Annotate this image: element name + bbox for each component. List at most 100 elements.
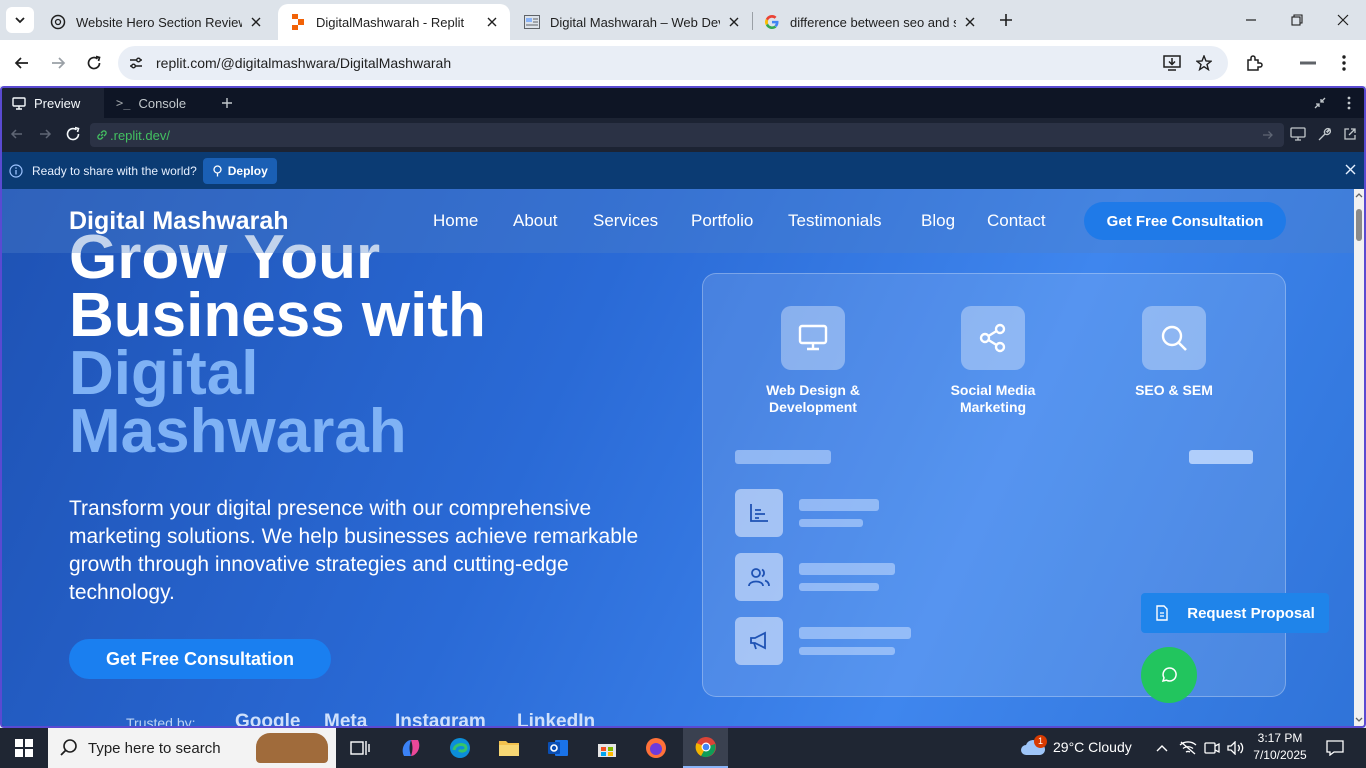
deploy-button[interactable]: Deploy xyxy=(202,157,277,184)
store-app[interactable] xyxy=(592,734,622,762)
browser-tab[interactable]: difference between seo and sem xyxy=(752,4,988,40)
camera-indicator[interactable] xyxy=(1200,734,1224,762)
browser-toolbar: replit.com/@digitalmashwara/DigitalMashw… xyxy=(0,40,1366,86)
external-link-icon xyxy=(1344,128,1356,140)
nav-consultation-button[interactable]: Get Free Consultation xyxy=(1084,202,1286,240)
extensions-button[interactable] xyxy=(1240,49,1268,77)
browser-tab[interactable]: Website Hero Section Review xyxy=(38,4,274,40)
preview-forward-button[interactable] xyxy=(38,127,52,146)
arrow-right-icon xyxy=(52,57,66,69)
scroll-up-icon[interactable] xyxy=(1354,191,1364,199)
request-proposal-button[interactable]: Request Proposal xyxy=(1141,593,1329,633)
placeholder-bar xyxy=(799,647,895,655)
close-tab-icon[interactable] xyxy=(726,14,742,30)
back-button[interactable] xyxy=(8,49,36,77)
collapse-icon xyxy=(1314,97,1326,109)
site-settings-icon[interactable] xyxy=(128,55,144,71)
site-logo[interactable]: Digital Mashwarah xyxy=(69,207,289,236)
outlook-app[interactable] xyxy=(543,734,573,762)
scrollbar-thumb[interactable] xyxy=(1356,209,1362,241)
close-banner-button[interactable] xyxy=(1345,164,1356,178)
nav-blog[interactable]: Blog xyxy=(921,211,955,231)
firefox-app[interactable] xyxy=(641,734,671,762)
tray-overflow-button[interactable] xyxy=(1150,734,1174,762)
kebab-menu-icon xyxy=(1347,96,1351,110)
puzzle-icon xyxy=(1247,55,1263,71)
placeholder-bar xyxy=(799,563,895,575)
camera-icon xyxy=(1204,742,1220,754)
taskbar-search[interactable]: Type here to search xyxy=(48,728,336,768)
nav-contact[interactable]: Contact xyxy=(987,211,1046,231)
close-tab-icon[interactable] xyxy=(484,14,500,30)
address-bar[interactable]: replit.com/@digitalmashwara/DigitalMashw… xyxy=(118,46,1228,80)
network-status[interactable] xyxy=(1176,734,1200,762)
service-seo-sem[interactable]: SEO & SEM xyxy=(1099,306,1249,399)
preview-reload-button[interactable] xyxy=(65,126,81,147)
nav-home[interactable]: Home xyxy=(433,211,478,231)
profile-button[interactable] xyxy=(1294,49,1322,77)
close-window-button[interactable] xyxy=(1320,0,1366,40)
deploy-message: Ready to share with the world? xyxy=(32,163,197,178)
forward-button[interactable] xyxy=(44,49,72,77)
service-social-media[interactable]: Social Media Marketing xyxy=(918,306,1068,416)
preview-url-input[interactable]: .replit.dev/ xyxy=(90,123,1284,147)
close-tab-icon[interactable] xyxy=(248,14,264,30)
close-tab-icon[interactable] xyxy=(962,14,978,30)
browser-tab[interactable]: Digital Mashwarah – Web Devel xyxy=(512,4,752,40)
start-button[interactable] xyxy=(9,734,39,762)
chatgpt-icon xyxy=(50,14,66,30)
tab-search-button[interactable] xyxy=(6,7,34,33)
bookmark-button[interactable] xyxy=(1190,49,1218,77)
tab-console[interactable]: >_ Console xyxy=(106,88,210,118)
service-label: Social Media Marketing xyxy=(950,382,1036,415)
services-card: Web Design & Development Social Media Ma… xyxy=(702,273,1286,697)
placeholder-bar xyxy=(799,519,863,527)
placeholder-bar xyxy=(735,450,831,464)
windows-taskbar: Type here to search 1 29°C Cloudy 3:17 P… xyxy=(0,728,1366,768)
arrow-left-icon xyxy=(14,57,28,69)
volume-control[interactable] xyxy=(1224,734,1248,762)
collapse-pane-button[interactable] xyxy=(1306,88,1334,118)
notifications-button[interactable] xyxy=(1320,734,1350,762)
nav-services[interactable]: Services xyxy=(593,211,658,231)
placeholder-bar xyxy=(799,583,879,591)
nav-testimonials[interactable]: Testimonials xyxy=(788,211,882,231)
hero-heading-highlight: Mashwarah xyxy=(69,397,407,466)
task-view-button[interactable] xyxy=(345,734,375,762)
preview-back-button[interactable] xyxy=(10,127,24,146)
open-new-tab-button[interactable] xyxy=(1343,127,1357,146)
document-icon xyxy=(1156,605,1168,621)
reload-button[interactable] xyxy=(80,49,108,77)
service-web-design[interactable]: Web Design & Development xyxy=(738,306,888,416)
new-tab-button[interactable] xyxy=(995,9,1017,31)
pane-menu-button[interactable] xyxy=(1336,88,1362,118)
file-explorer-app[interactable] xyxy=(494,734,524,762)
scroll-down-icon[interactable] xyxy=(1354,716,1364,724)
add-tab-button[interactable] xyxy=(212,88,242,118)
edge-icon xyxy=(450,738,470,758)
browser-tab-active[interactable]: DigitalMashwarah - Replit xyxy=(278,4,510,40)
website-preview: Grow Your Business with Digital Mashwara… xyxy=(2,189,1364,726)
devtools-button[interactable] xyxy=(1317,127,1332,147)
copilot-app[interactable] xyxy=(396,734,426,762)
replit-pane-tabs: Preview >_ Console xyxy=(2,88,1364,118)
tab-preview-label: Preview xyxy=(34,95,81,111)
edge-app[interactable] xyxy=(445,734,475,762)
hero-consultation-button[interactable]: Get Free Consultation xyxy=(69,639,331,679)
restore-button[interactable] xyxy=(1274,0,1320,40)
device-view-button[interactable] xyxy=(1290,127,1306,146)
whatsapp-button[interactable] xyxy=(1141,647,1197,703)
minimize-button[interactable] xyxy=(1228,0,1274,40)
nav-about[interactable]: About xyxy=(513,211,557,231)
browser-menu-button[interactable] xyxy=(1330,49,1358,77)
page-scrollbar[interactable] xyxy=(1354,189,1364,726)
go-arrow-icon[interactable] xyxy=(1262,129,1274,141)
chrome-app[interactable] xyxy=(683,728,728,768)
install-app-button[interactable] xyxy=(1158,49,1186,77)
tab-title: difference between seo and sem xyxy=(790,14,956,30)
minimize-icon xyxy=(1246,19,1256,21)
link-icon xyxy=(97,130,107,140)
nav-portfolio[interactable]: Portfolio xyxy=(691,211,753,231)
clock[interactable]: 3:17 PM 7/10/2025 xyxy=(1250,730,1310,764)
tab-preview[interactable]: Preview xyxy=(2,88,104,118)
